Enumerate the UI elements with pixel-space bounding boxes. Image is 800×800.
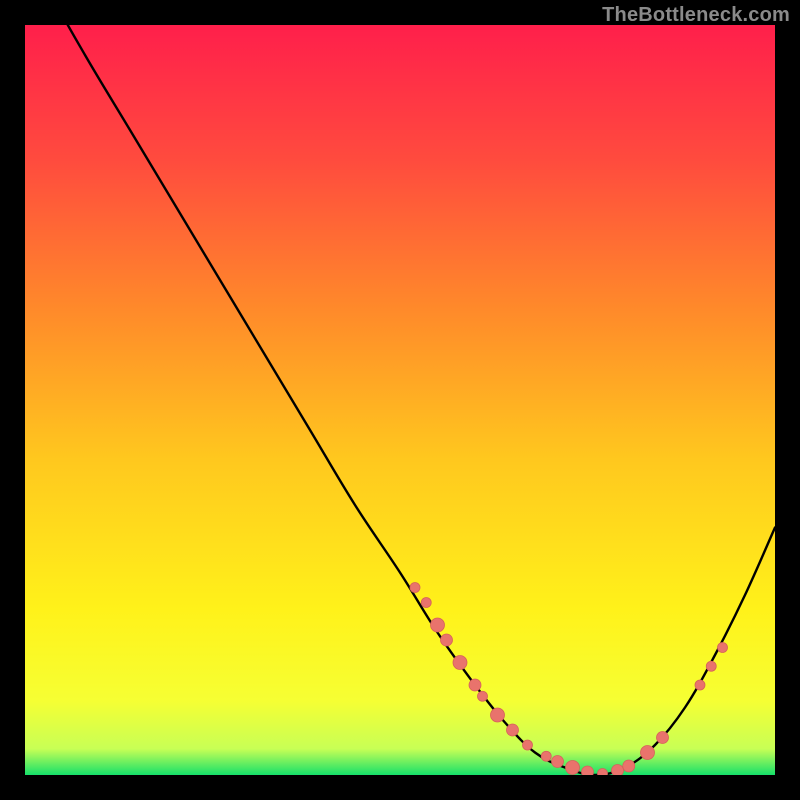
data-marker: [507, 724, 519, 736]
data-marker: [706, 661, 716, 671]
gradient-background: [25, 25, 775, 775]
data-marker: [421, 598, 431, 608]
data-marker: [441, 634, 453, 646]
data-marker: [541, 751, 551, 761]
plot-area: [25, 25, 775, 775]
data-marker: [695, 680, 705, 690]
watermark-text: TheBottleneck.com: [602, 4, 790, 27]
data-marker: [582, 766, 594, 775]
data-marker: [598, 769, 608, 776]
data-marker: [491, 708, 505, 722]
data-marker: [641, 746, 655, 760]
data-marker: [523, 740, 533, 750]
data-marker: [453, 656, 467, 670]
data-marker: [623, 760, 635, 772]
data-marker: [657, 732, 669, 744]
bottleneck-curve-chart: [25, 25, 775, 775]
data-marker: [410, 583, 420, 593]
data-marker: [552, 756, 564, 768]
data-marker: [478, 691, 488, 701]
data-marker: [612, 765, 624, 776]
data-marker: [469, 679, 481, 691]
data-marker: [431, 618, 445, 632]
data-marker: [718, 643, 728, 653]
data-marker: [566, 761, 580, 775]
chart-stage: TheBottleneck.com: [0, 0, 800, 800]
